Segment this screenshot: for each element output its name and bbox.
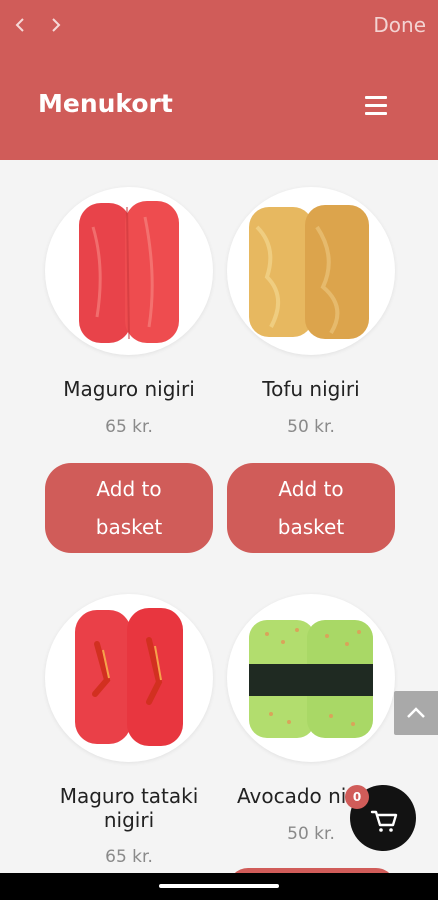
product-name: Tofu nigiri (262, 377, 360, 401)
product-name: Maguro nigiri (63, 377, 195, 401)
product-price: 65 kr. (105, 847, 153, 867)
done-button[interactable]: Done (373, 12, 426, 38)
product-image (227, 594, 395, 762)
product-name: Maguro tataki nigiri (59, 784, 199, 832)
product-image (227, 187, 395, 355)
cart-count-badge: 0 (345, 785, 369, 809)
button-label-line2: basket (95, 515, 163, 539)
product-image (45, 594, 213, 762)
back-button[interactable] (8, 12, 32, 38)
button-label-line2: basket (277, 515, 345, 539)
forward-button[interactable] (44, 12, 68, 38)
product-image (45, 187, 213, 355)
page-title: Menukort (38, 89, 173, 118)
menu-button[interactable] (362, 94, 392, 118)
button-label-line1: Add to (96, 477, 162, 501)
product-price: 50 kr. (287, 417, 335, 437)
add-to-basket-button[interactable]: Add to basket (45, 463, 213, 553)
home-indicator[interactable] (159, 884, 279, 888)
chevron-left-icon (15, 18, 24, 32)
app-header: Done Menukort (0, 0, 438, 160)
chevron-up-icon (407, 707, 425, 718)
chevron-right-icon (52, 18, 61, 32)
scroll-top-button[interactable] (394, 691, 438, 735)
button-label-line1: Add to (278, 477, 344, 501)
add-to-basket-button[interactable]: Add to basket (227, 463, 395, 553)
product-price: 65 kr. (105, 417, 153, 437)
